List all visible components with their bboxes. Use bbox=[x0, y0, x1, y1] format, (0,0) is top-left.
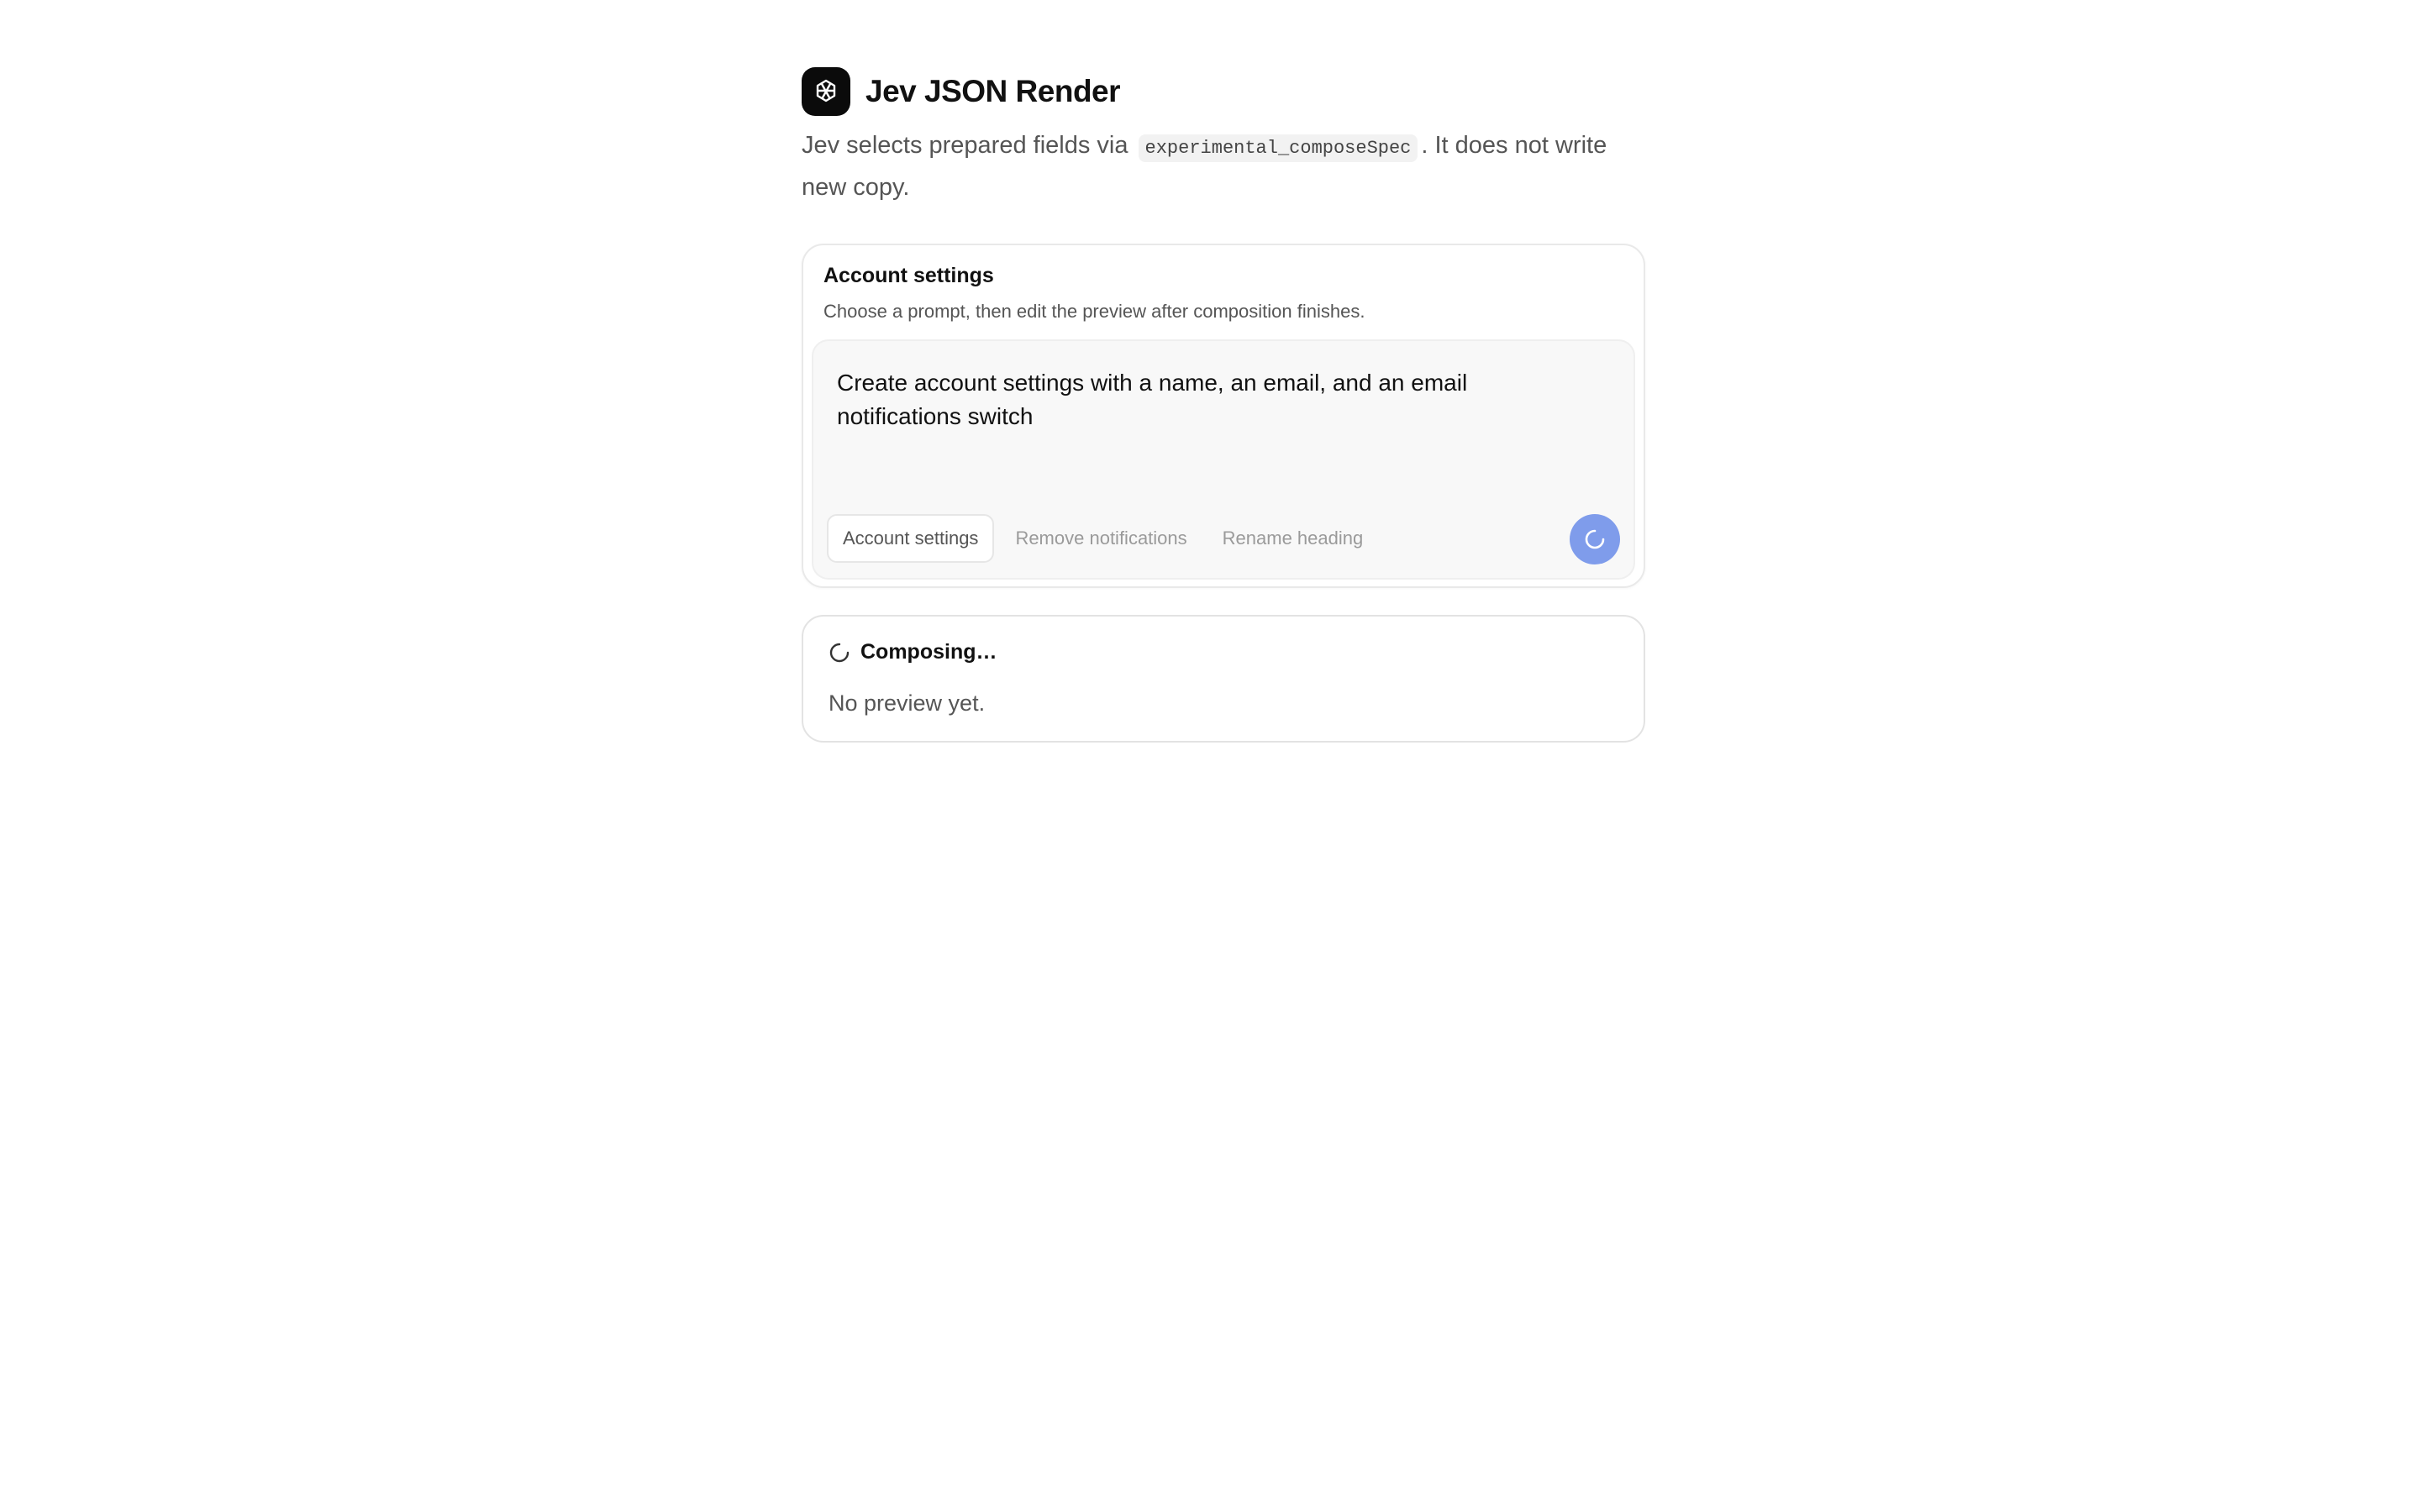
composer-card: Account settings Choose a prompt, then e… bbox=[802, 244, 1645, 588]
submit-button[interactable] bbox=[1570, 514, 1620, 564]
suggestion-chip-rename-heading[interactable]: Rename heading bbox=[1208, 514, 1378, 563]
preview-card: Composing… No preview yet. bbox=[802, 615, 1645, 743]
page-title: Jev JSON Render bbox=[865, 74, 1121, 108]
prompt-textarea[interactable]: Create account settings with a name, an … bbox=[837, 366, 1526, 433]
suggestion-chip-account-settings[interactable]: Account settings bbox=[827, 514, 995, 563]
page-description: Jev selects prepared fields via experime… bbox=[802, 126, 1642, 207]
loading-spinner-icon bbox=[829, 643, 850, 662]
status-row: Composing… bbox=[829, 640, 997, 664]
main-content: Jev JSON Render Jev selects prepared fie… bbox=[802, 67, 1645, 743]
status-label: Composing… bbox=[860, 640, 997, 664]
suggestion-chips: Account settings Remove notifications Re… bbox=[827, 514, 1384, 563]
code-snippet: experimental_composeSpec bbox=[1138, 134, 1418, 162]
description-text: Jev selects prepared fields via bbox=[802, 132, 1135, 159]
composer-title: Account settings bbox=[823, 264, 994, 287]
composer-subtitle: Choose a prompt, then edit the preview a… bbox=[823, 301, 1365, 322]
suggestion-chip-remove-notifications[interactable]: Remove notifications bbox=[1001, 514, 1201, 563]
jev-logo-icon bbox=[802, 67, 850, 116]
page-header: Jev JSON Render bbox=[802, 67, 1645, 116]
loading-spinner-icon bbox=[1585, 529, 1605, 549]
preview-placeholder: No preview yet. bbox=[829, 690, 986, 716]
prompt-input-area[interactable]: Create account settings with a name, an … bbox=[812, 339, 1635, 580]
